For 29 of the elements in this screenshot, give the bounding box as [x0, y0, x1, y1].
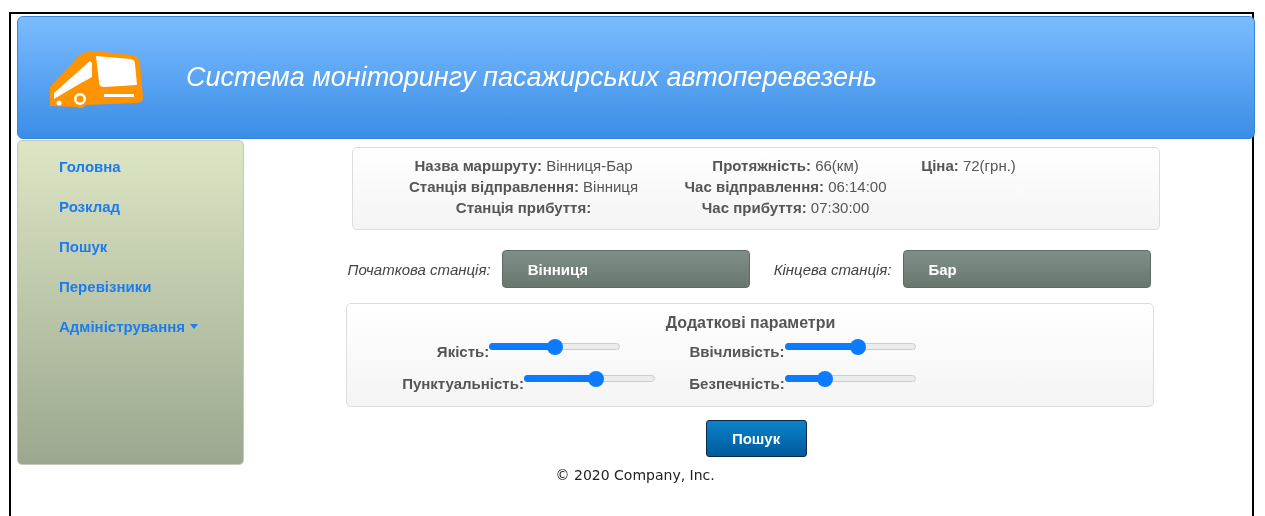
- station-label: Початкова станція:: [347, 260, 491, 278]
- nav-link[interactable]: Головна: [59, 157, 121, 175]
- slider-label: Ввічливість:: [689, 344, 785, 359]
- app-title: Система моніторингу пасажирських автоперевезень: [186, 62, 877, 93]
- station-field[interactable]: Бар: [902, 250, 1151, 288]
- nav-link[interactable]: Розклад: [59, 197, 121, 215]
- nav-link[interactable]: Перевізники: [59, 277, 152, 295]
- slider[interactable]: [784, 371, 916, 387]
- footer-text: © 2020 Company, Inc.: [555, 467, 715, 483]
- nav-link[interactable]: Пошук: [59, 237, 108, 255]
- route-detail: Назва маршруту: Вінниця-Бар: [413, 157, 634, 176]
- slider-label: Якість:: [436, 344, 490, 359]
- route-detail: Час відправлення: 06:14:00: [683, 178, 888, 197]
- route-detail: Ціна: 72(грн.): [920, 157, 1017, 176]
- station-field[interactable]: Вінниця: [501, 250, 750, 288]
- station-label: Кінцева станція:: [773, 260, 892, 278]
- panel-title: Додаткові параметри: [664, 314, 837, 332]
- caret-icon: [190, 323, 199, 329]
- route-detail: Станція прибуття:: [454, 199, 593, 218]
- route-detail: Протяжність: 66(км): [711, 157, 860, 176]
- slider[interactable]: [489, 339, 621, 355]
- route-detail: Станція відправлення: Вінниця: [407, 178, 640, 197]
- route-detail: Час прибуття: 07:30:00: [700, 199, 871, 218]
- slider[interactable]: [784, 339, 916, 355]
- slider-label: Пунктуальність:: [402, 376, 524, 391]
- slider-label: Безпечність:: [689, 376, 785, 391]
- search-button[interactable]: Пошук: [705, 420, 807, 457]
- dropdown-menu-link[interactable]: Адміністрування: [59, 317, 199, 335]
- slider[interactable]: [523, 371, 655, 387]
